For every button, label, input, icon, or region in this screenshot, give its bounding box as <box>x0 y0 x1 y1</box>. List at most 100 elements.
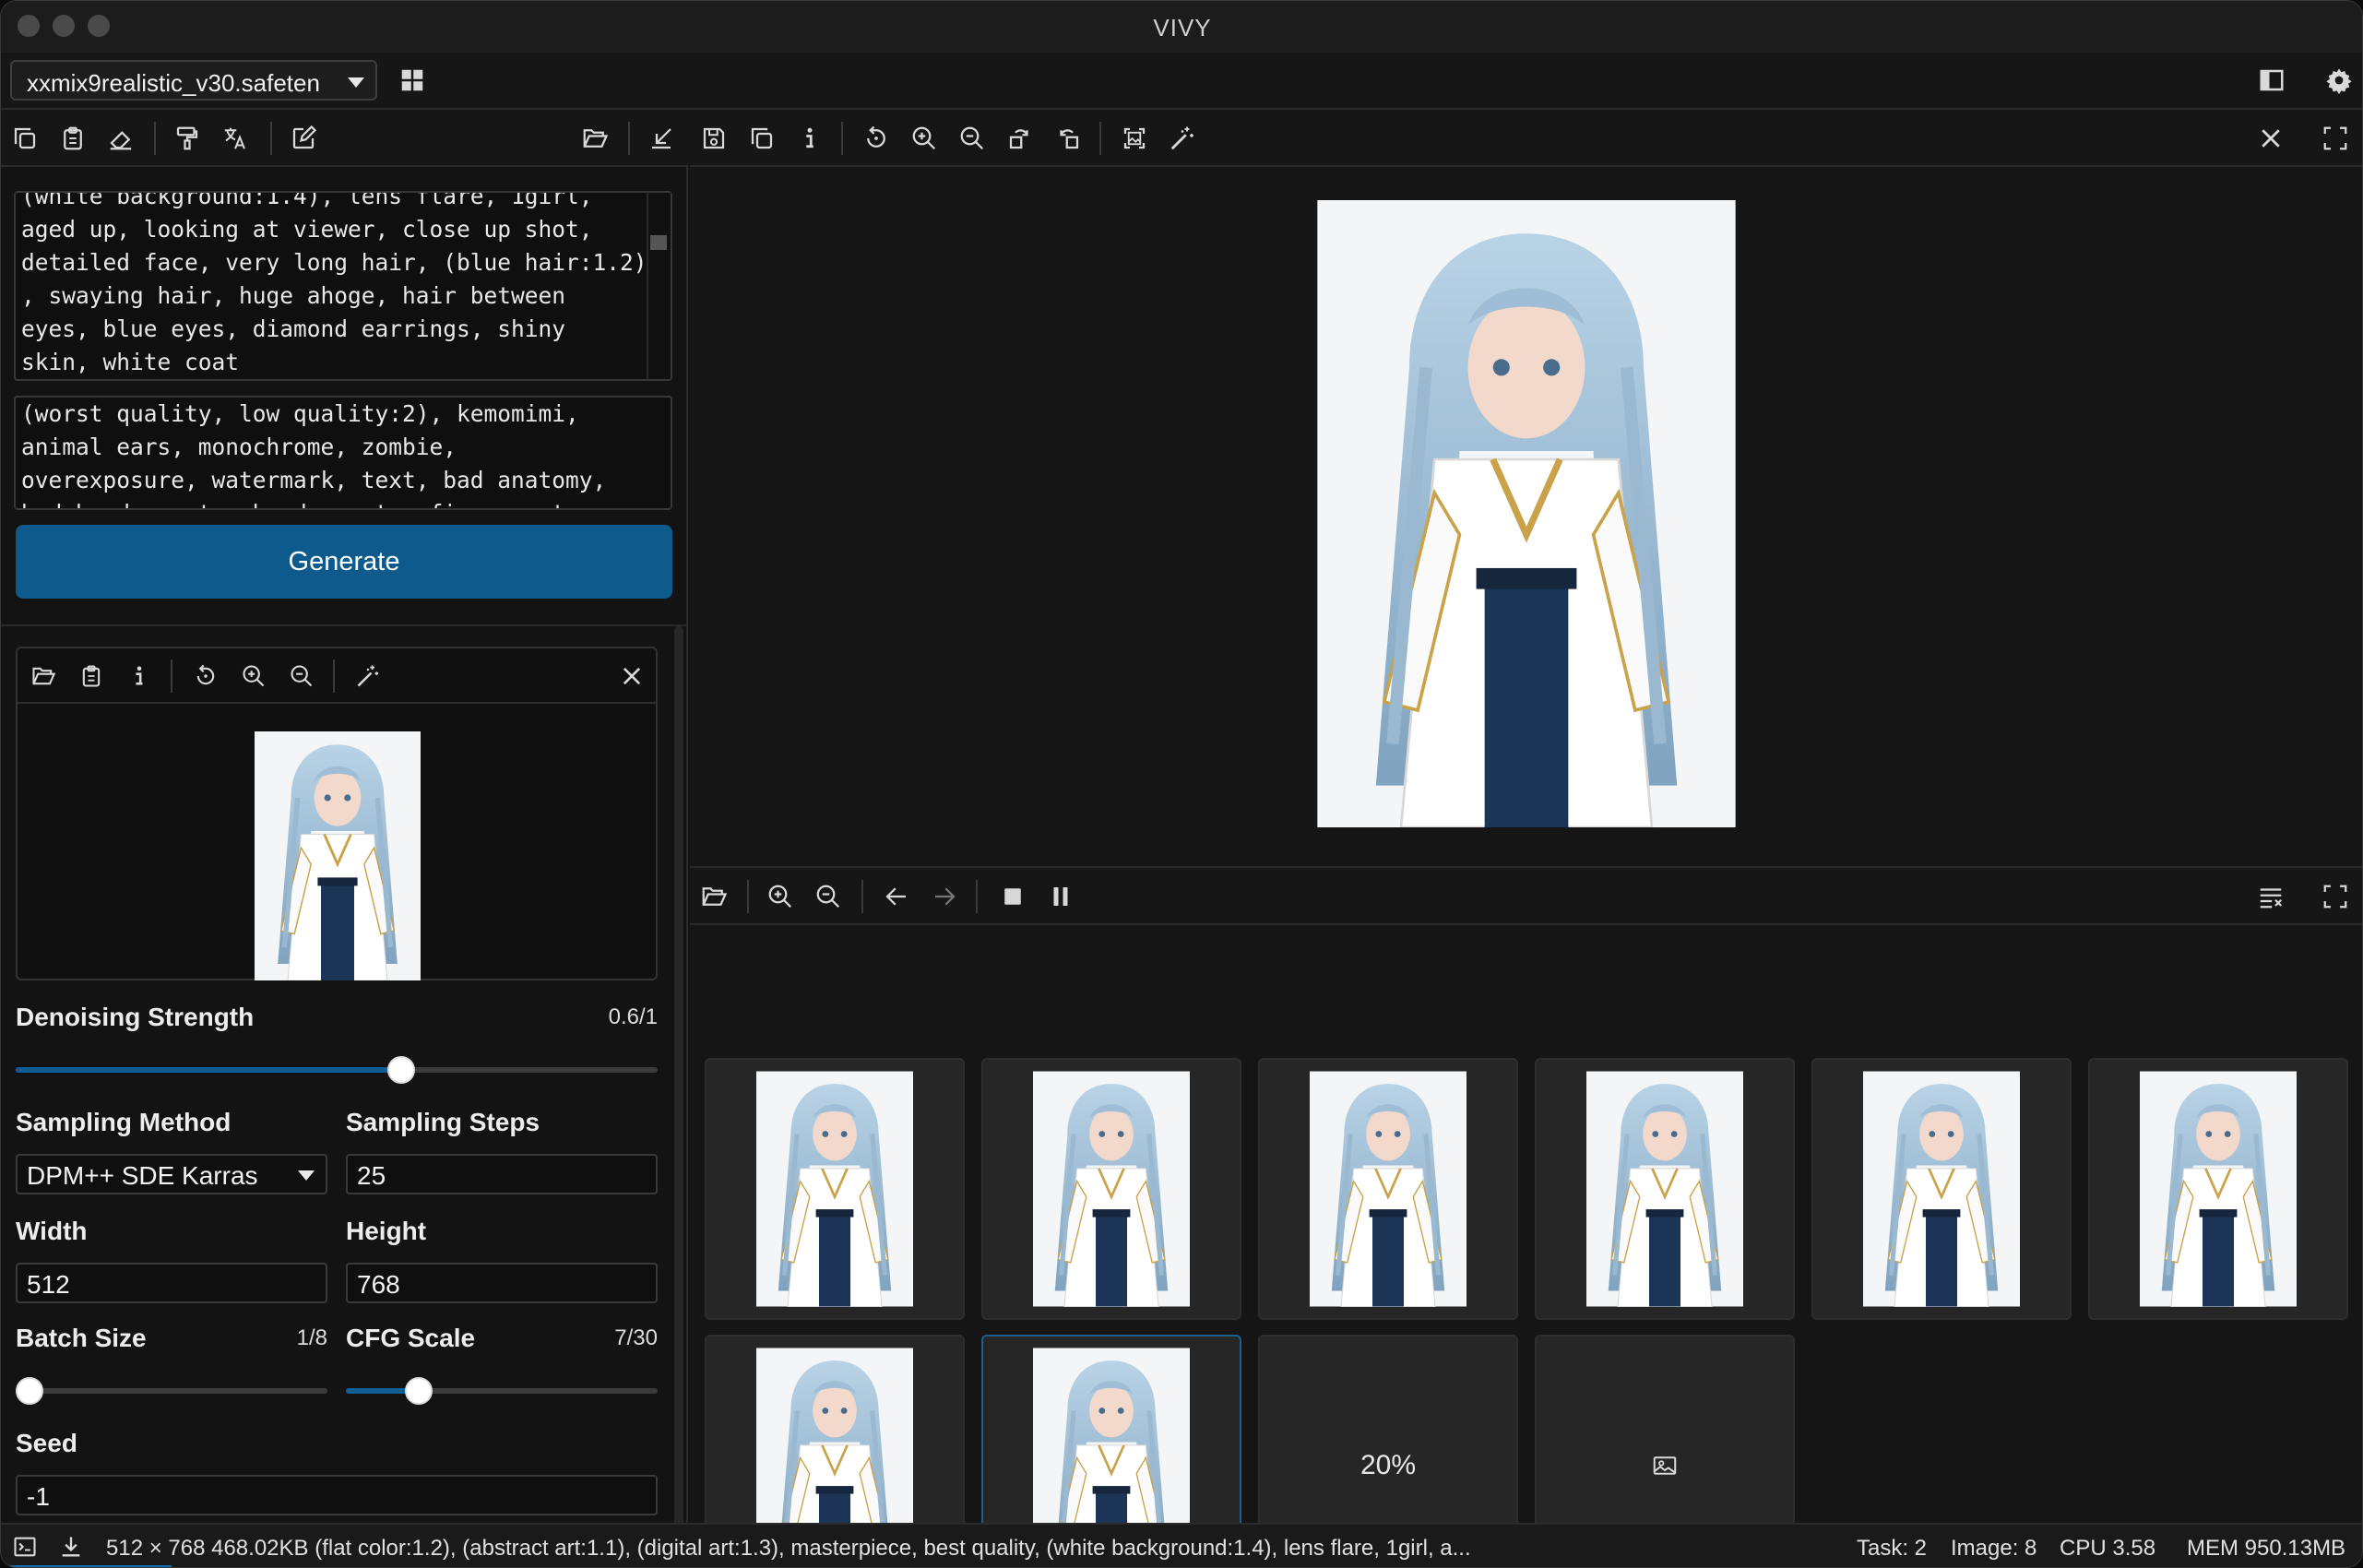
sampling-steps-label: Sampling Steps <box>346 1108 540 1136</box>
model-select[interactable]: xxmix9realistic_v30.safeten <box>10 60 377 101</box>
toolbar-divider <box>841 122 843 155</box>
fullscreen-icon[interactable] <box>2317 120 2354 157</box>
zoom-out-icon[interactable] <box>810 878 847 915</box>
prompt-line: bad hands, extra hands, extra fingers, t… <box>21 497 606 508</box>
folder-open-icon[interactable] <box>25 658 62 695</box>
pause-icon[interactable] <box>1042 878 1079 915</box>
image-gallery: 20% <box>690 925 2362 1567</box>
batch-size-label: Batch Size <box>16 1324 147 1352</box>
height-input[interactable]: 768 <box>346 1263 658 1303</box>
info-icon[interactable] <box>121 658 158 695</box>
prompt-line: , swaying hair, huge ahoge, hair between <box>21 282 566 309</box>
sampling-steps-input[interactable]: 25 <box>346 1154 658 1194</box>
memory-usage: MEM 950.13MB <box>2187 1536 2346 1561</box>
slider-fill <box>16 1067 401 1073</box>
zoom-out-icon[interactable] <box>954 120 991 157</box>
prompt-scrollbar[interactable] <box>647 193 671 379</box>
gallery-thumbnail[interactable] <box>1811 1058 2072 1320</box>
image-viewer <box>690 167 2362 866</box>
seed-input[interactable]: -1 <box>16 1475 658 1515</box>
negative-prompt-textarea[interactable]: (worst quality, low quality:2), kemomimi… <box>14 396 672 510</box>
zoom-in-icon[interactable] <box>762 878 799 915</box>
image-info-text: 512 × 768 468.02KB (flat color:1.2), (ab… <box>106 1536 1471 1561</box>
download-icon[interactable] <box>54 1530 88 1563</box>
toolbar-divider <box>628 122 630 155</box>
arrow-right-icon[interactable] <box>926 878 963 915</box>
sampling-method-value: DPM++ SDE Karras <box>27 1161 258 1190</box>
sidebar-icon[interactable] <box>2253 62 2290 99</box>
width-input[interactable]: 512 <box>16 1263 327 1303</box>
gallery-thumbnail[interactable] <box>1258 1058 1518 1320</box>
slider-handle[interactable] <box>386 1056 415 1084</box>
collapse-icon[interactable] <box>643 120 680 157</box>
paste-icon[interactable] <box>73 658 110 695</box>
rotate-icon[interactable] <box>187 658 224 695</box>
task-count: Task: 2 <box>1857 1536 1928 1561</box>
positive-prompt-textarea[interactable]: (white background:1.4), lens flare, 1gir… <box>14 191 672 381</box>
toolbar-divider <box>333 659 335 693</box>
left-panel-scrollbar[interactable] <box>674 626 683 1530</box>
prompt-line: (worst quality, low quality:2), kemomimi… <box>21 400 579 427</box>
flip-horizontal-icon[interactable] <box>1002 120 1039 157</box>
stop-icon[interactable] <box>994 878 1031 915</box>
close-icon[interactable] <box>613 658 650 695</box>
scrollbar-thumb[interactable] <box>650 235 667 250</box>
gallery-thumbnail[interactable] <box>2088 1058 2348 1320</box>
folder-open-icon[interactable] <box>695 878 732 915</box>
cpu-usage: CPU 3.58 <box>2060 1536 2156 1561</box>
denoising-strength-slider[interactable] <box>16 1056 658 1084</box>
cfg-scale-slider[interactable] <box>346 1377 658 1405</box>
generate-button[interactable]: Generate <box>16 525 672 599</box>
zoom-in-icon[interactable] <box>906 120 943 157</box>
slider-handle[interactable] <box>404 1377 433 1405</box>
model-bar: xxmix9realistic_v30.safeten <box>1 53 2362 110</box>
copy-icon[interactable] <box>6 120 43 157</box>
magic-wand-icon[interactable] <box>350 658 386 695</box>
title-bar: VIVY <box>1 1 2362 53</box>
batch-size-slider[interactable] <box>16 1377 327 1405</box>
clear-list-icon[interactable] <box>2252 878 2289 915</box>
rotate-icon[interactable] <box>858 120 895 157</box>
chevron-down-icon <box>298 1170 315 1181</box>
paint-roller-icon[interactable] <box>169 120 206 157</box>
arrow-left-icon[interactable] <box>878 878 915 915</box>
fullscreen-icon[interactable] <box>2317 878 2354 915</box>
flip-vertical-icon[interactable] <box>1050 120 1087 157</box>
image-count: Image: 8 <box>1951 1536 2037 1561</box>
thumbnail-image <box>1586 1071 1743 1307</box>
toolbar-divider <box>976 880 978 913</box>
gallery-thumbnail[interactable] <box>1535 1058 1795 1320</box>
copy-icon[interactable] <box>743 120 780 157</box>
terminal-icon[interactable] <box>8 1530 42 1563</box>
paste-icon[interactable] <box>54 120 91 157</box>
right-panel: 20% <box>690 110 2362 1567</box>
slider-handle[interactable] <box>16 1377 43 1405</box>
seed-label: Seed <box>16 1429 77 1457</box>
generated-image-preview[interactable] <box>1317 200 1736 827</box>
left-panel: (white background:1.4), lens flare, 1gir… <box>1 110 688 1530</box>
cfg-scale-value: 7/30 <box>614 1325 658 1350</box>
sampling-method-label: Sampling Method <box>16 1108 232 1136</box>
info-icon[interactable] <box>791 120 828 157</box>
sampling-method-select[interactable]: DPM++ SDE Karras <box>16 1154 327 1194</box>
zoom-in-icon[interactable] <box>235 658 272 695</box>
magic-wand-icon[interactable] <box>1164 120 1201 157</box>
gallery-thumbnail[interactable] <box>705 1058 965 1320</box>
grid-icon[interactable] <box>394 62 431 99</box>
translate-icon[interactable] <box>217 120 254 157</box>
zoom-out-icon[interactable] <box>283 658 320 695</box>
batch-size-value: 1/8 <box>296 1325 327 1350</box>
folder-open-icon[interactable] <box>576 120 613 157</box>
prompt-line: (white background:1.4), lens flare, 1gir… <box>21 191 593 209</box>
fit-image-icon[interactable] <box>1116 120 1153 157</box>
cfg-scale-label: CFG Scale <box>346 1324 476 1352</box>
edit-icon[interactable] <box>285 120 322 157</box>
gear-icon[interactable] <box>2321 62 2357 99</box>
toolbar-divider <box>861 880 863 913</box>
close-icon[interactable] <box>2252 120 2289 157</box>
eraser-icon[interactable] <box>102 120 139 157</box>
app-window: VIVY xxmix9realistic_v30.safeten (white … <box>0 0 2363 1568</box>
gallery-thumbnail[interactable] <box>981 1058 1241 1320</box>
save-icon[interactable] <box>695 120 732 157</box>
toolbar-divider <box>270 122 272 155</box>
